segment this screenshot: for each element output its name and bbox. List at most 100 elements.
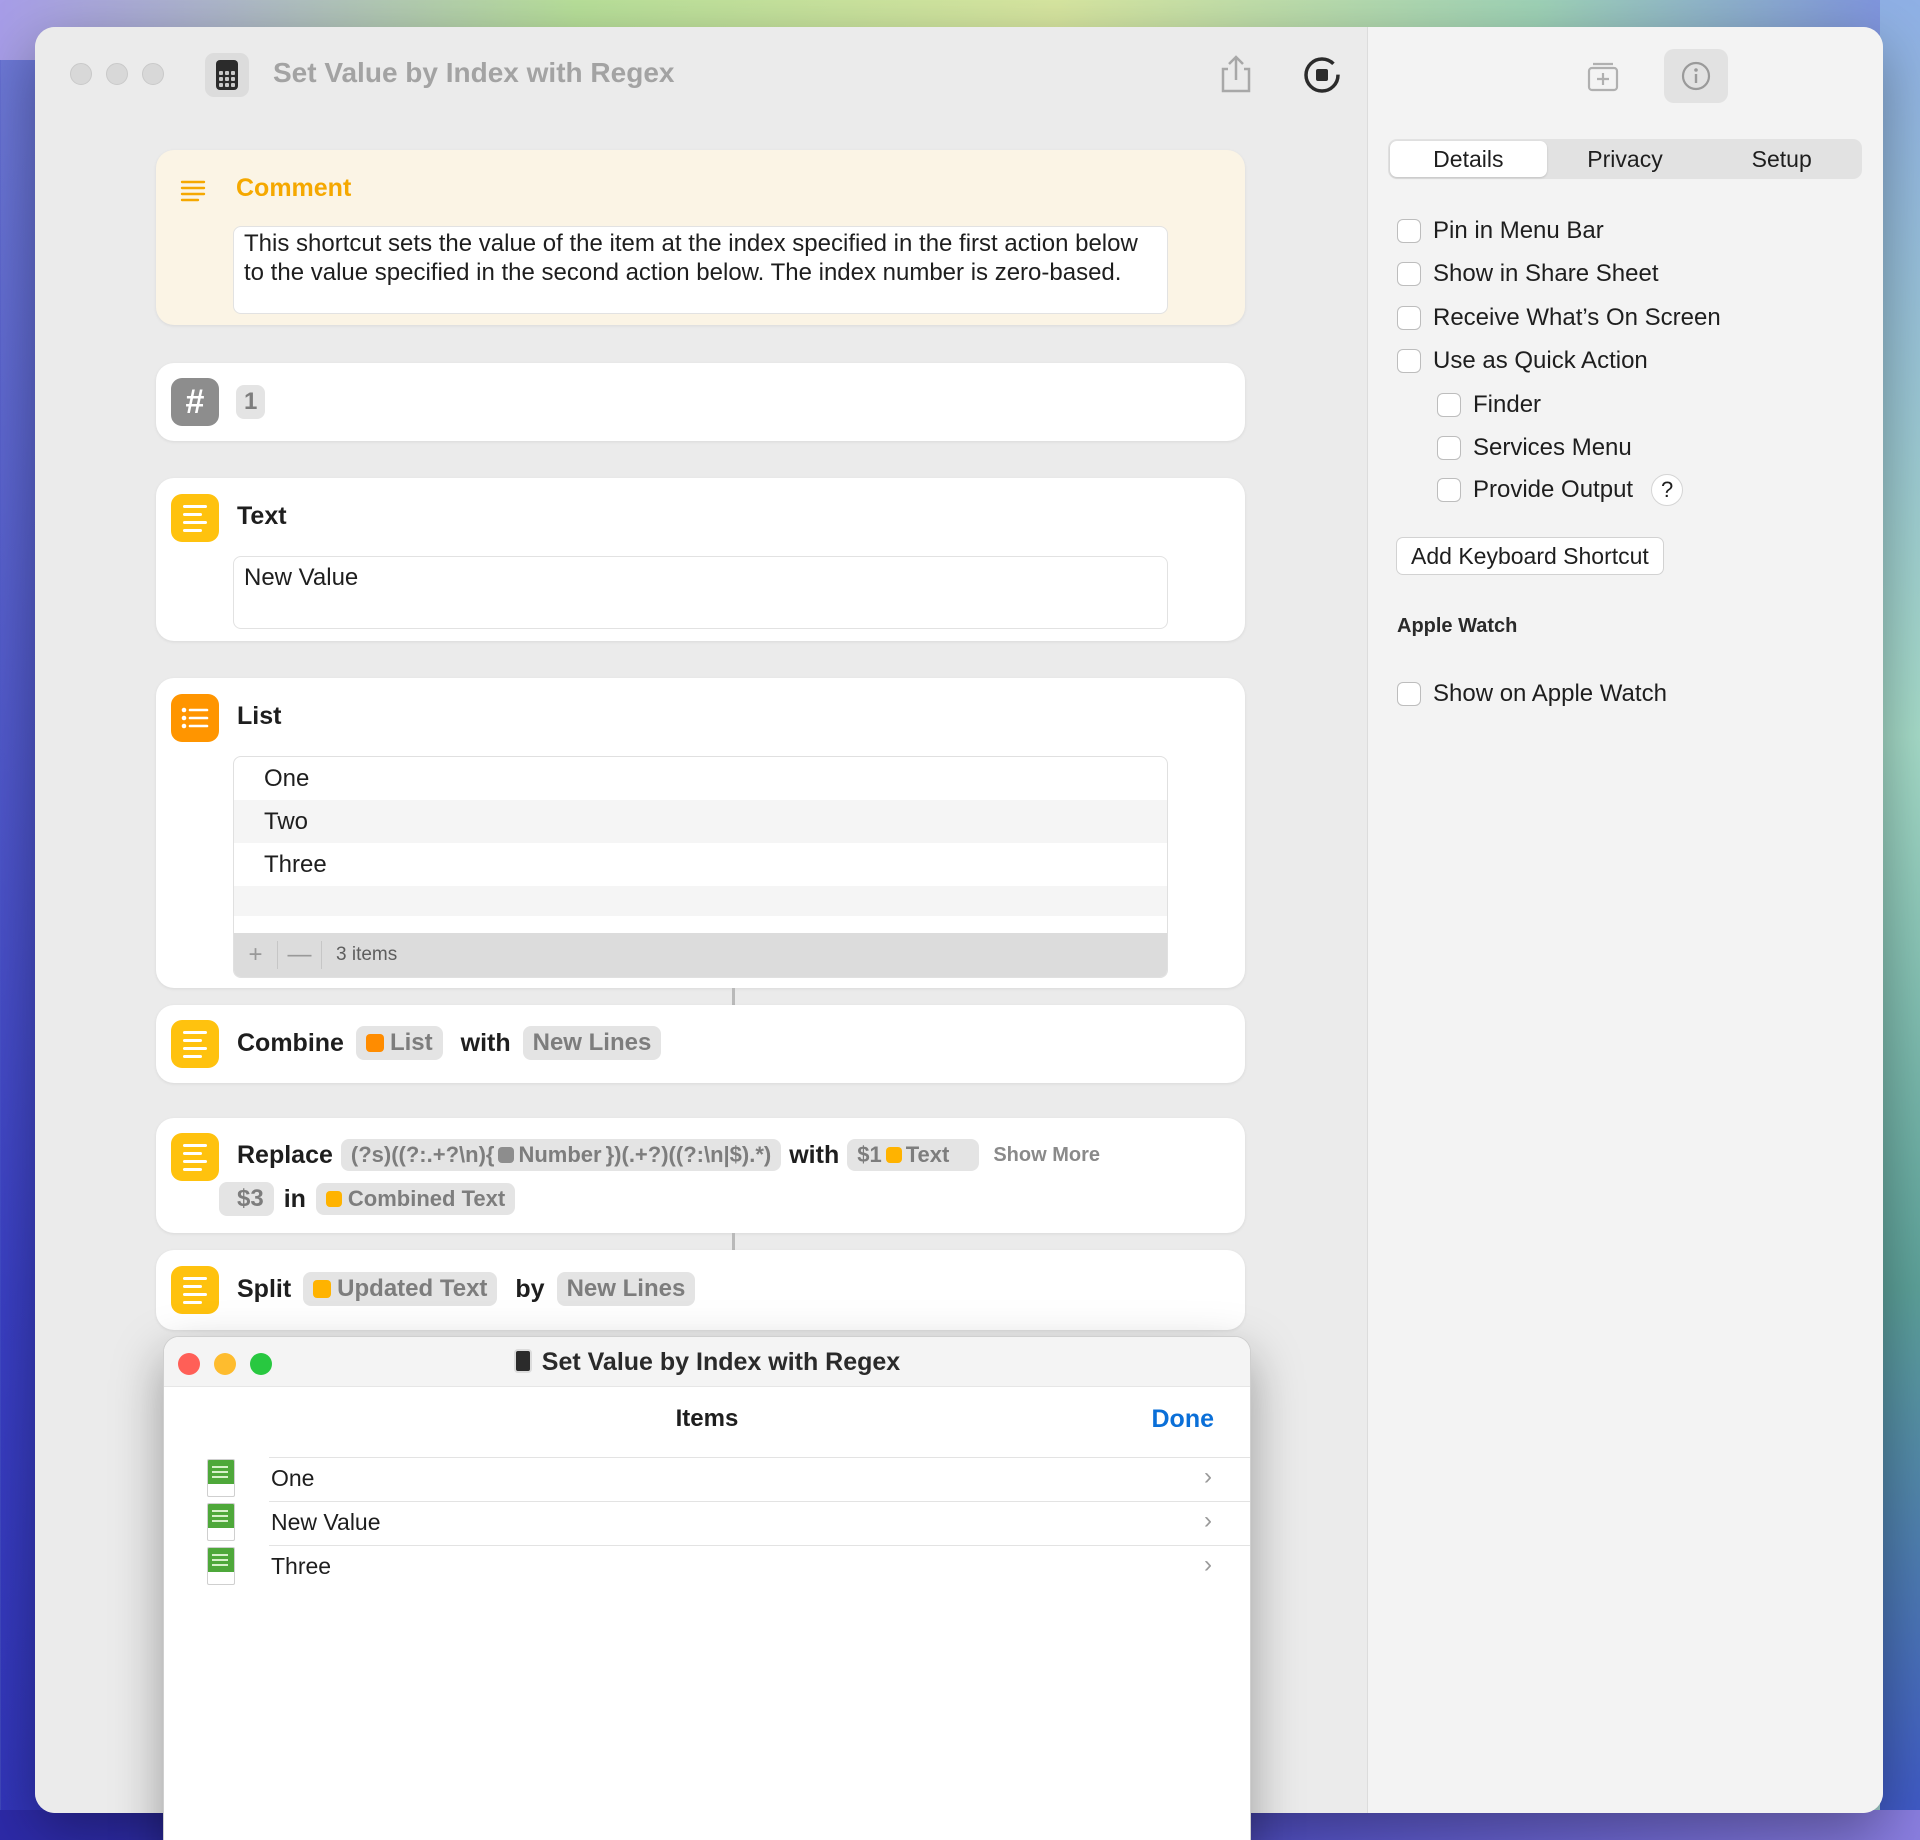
result-item[interactable]: One › (164, 1457, 1250, 1501)
option-receive-screen[interactable]: Receive What’s On Screen (1397, 304, 1721, 332)
text-value-field[interactable]: New Value (233, 556, 1168, 629)
info-icon[interactable] (1664, 49, 1728, 103)
result-item-label: One (271, 1465, 315, 1491)
list-action[interactable]: List One Two Three + — 3 items (156, 678, 1245, 988)
text-action[interactable]: Text New Value (156, 478, 1245, 641)
option-provide-output[interactable]: Provide Output ? (1437, 474, 1684, 506)
result-window-titlebar: Set Value by Index with Regex (164, 1337, 1250, 1387)
combine-input-variable[interactable]: List (355, 1026, 443, 1060)
list-item[interactable]: One (234, 757, 1167, 800)
split-input-variable[interactable]: Updated Text (303, 1272, 498, 1306)
option-label: Use as Quick Action (1433, 347, 1648, 374)
option-finder[interactable]: Finder (1437, 391, 1541, 419)
remove-item-button[interactable]: — (278, 941, 322, 969)
combine-separator[interactable]: New Lines (522, 1026, 662, 1060)
minimize-button-inactive[interactable] (106, 63, 128, 85)
tab-details[interactable]: Details (1390, 141, 1547, 177)
option-label: Show in Share Sheet (1433, 260, 1659, 287)
checkbox[interactable] (1437, 478, 1461, 502)
comment-action[interactable]: Comment This shortcut sets the value of … (156, 150, 1245, 325)
replacement-suffix[interactable]: $3 (219, 1182, 274, 1216)
help-button[interactable]: ? (1651, 474, 1684, 506)
add-to-dock-icon[interactable] (1571, 49, 1635, 103)
option-apple-watch[interactable]: Show on Apple Watch (1397, 680, 1667, 708)
result-item[interactable]: Three › (164, 1545, 1250, 1589)
window-title: Set Value by Index with Regex (273, 57, 675, 88)
option-quick-action[interactable]: Use as Quick Action (1397, 347, 1648, 375)
chevron-right-icon: › (1204, 1463, 1212, 1490)
option-services-menu[interactable]: Services Menu (1437, 434, 1632, 462)
list-empty-row[interactable] (234, 886, 1167, 916)
done-button[interactable]: Done (1152, 1405, 1215, 1434)
combine-action[interactable]: Combine List with New Lines (156, 1005, 1245, 1083)
checkbox[interactable] (1397, 219, 1421, 243)
split-separator[interactable]: New Lines (556, 1272, 696, 1306)
option-label: Show on Apple Watch (1433, 680, 1667, 707)
list-item[interactable]: Two (234, 800, 1167, 843)
text-file-icon (207, 1547, 235, 1585)
list-icon (365, 1034, 384, 1052)
items-heading: Items (675, 1405, 739, 1432)
checkbox[interactable] (1397, 349, 1421, 373)
replace-replacement[interactable]: $1 Text (847, 1139, 980, 1171)
share-icon[interactable] (1219, 54, 1253, 94)
add-keyboard-shortcut-button[interactable]: Add Keyboard Shortcut (1396, 537, 1664, 575)
text-lines-icon (313, 1280, 332, 1298)
tab-privacy[interactable]: Privacy (1547, 141, 1704, 177)
text-lines-icon (325, 1191, 342, 1207)
replace-action[interactable]: Replace (?s)((?:.+?\n){ Number })(.+?)((… (156, 1118, 1245, 1233)
result-item[interactable]: New Value › (164, 1501, 1250, 1545)
result-item-label: New Value (271, 1509, 381, 1535)
number-value[interactable]: 1 (236, 385, 266, 419)
combine-verb: Combine (237, 1028, 344, 1057)
text-lines-icon (171, 1266, 219, 1314)
replace-pattern[interactable]: (?s)((?:.+?\n){ Number })(.+?)((?:\n|$).… (340, 1139, 782, 1171)
text-lines-icon (171, 1020, 219, 1068)
replace-target-variable[interactable]: Combined Text (315, 1183, 516, 1215)
option-pin-menu-bar[interactable]: Pin in Menu Bar (1397, 217, 1604, 245)
checkbox[interactable] (1437, 393, 1461, 417)
details-sidebar: Details Privacy Setup Pin in Menu Bar Sh… (1367, 27, 1883, 1813)
zoom-button-inactive[interactable] (142, 63, 164, 85)
text-file-icon (207, 1503, 235, 1541)
checkbox[interactable] (1397, 262, 1421, 286)
calculator-icon[interactable] (205, 53, 249, 97)
checkbox[interactable] (1437, 436, 1461, 460)
combine-row: Combine List with New Lines (237, 1026, 662, 1060)
desktop-wallpaper-right (1880, 0, 1920, 1840)
split-verb: Split (237, 1274, 292, 1303)
comment-text-field[interactable]: This shortcut sets the value of the item… (233, 226, 1168, 314)
comment-icon (180, 180, 206, 202)
run-icon[interactable] (1302, 55, 1342, 95)
sidebar-tabs: Details Privacy Setup (1388, 139, 1862, 179)
checkbox[interactable] (1397, 306, 1421, 330)
option-share-sheet[interactable]: Show in Share Sheet (1397, 260, 1658, 288)
split-by-label: by (515, 1274, 545, 1303)
hash-icon (498, 1147, 515, 1163)
flow-connector (732, 1233, 735, 1250)
add-item-button[interactable]: + (234, 941, 278, 969)
text-lines-icon (171, 494, 219, 542)
result-window-title: Set Value by Index with Regex (164, 1348, 1250, 1377)
apple-watch-heading: Apple Watch (1397, 615, 1518, 637)
replace-row-1: Replace (?s)((?:.+?\n){ Number })(.+?)((… (237, 1139, 1100, 1171)
checkbox[interactable] (1397, 682, 1421, 706)
list-item[interactable]: Three (234, 843, 1167, 886)
result-item-label: Three (271, 1553, 332, 1579)
combine-with-label: with (460, 1028, 511, 1057)
option-label: Finder (1473, 391, 1542, 418)
split-action[interactable]: Split Updated Text by New Lines (156, 1250, 1245, 1330)
option-label: Services Menu (1473, 434, 1632, 461)
tab-setup[interactable]: Setup (1703, 141, 1860, 177)
text-lines-icon (885, 1147, 902, 1163)
list-count-label: 3 items (336, 944, 398, 965)
text-lines-icon (171, 1133, 219, 1181)
number-action[interactable]: # 1 (156, 363, 1245, 441)
option-label: Receive What’s On Screen (1433, 304, 1721, 331)
show-more-button[interactable]: Show More (993, 1144, 1100, 1167)
list-action-title: List (237, 702, 282, 730)
option-label: Pin in Menu Bar (1433, 217, 1604, 244)
comment-title: Comment (236, 174, 352, 202)
close-button-inactive[interactable] (70, 63, 92, 85)
calculator-icon (513, 1349, 532, 1373)
